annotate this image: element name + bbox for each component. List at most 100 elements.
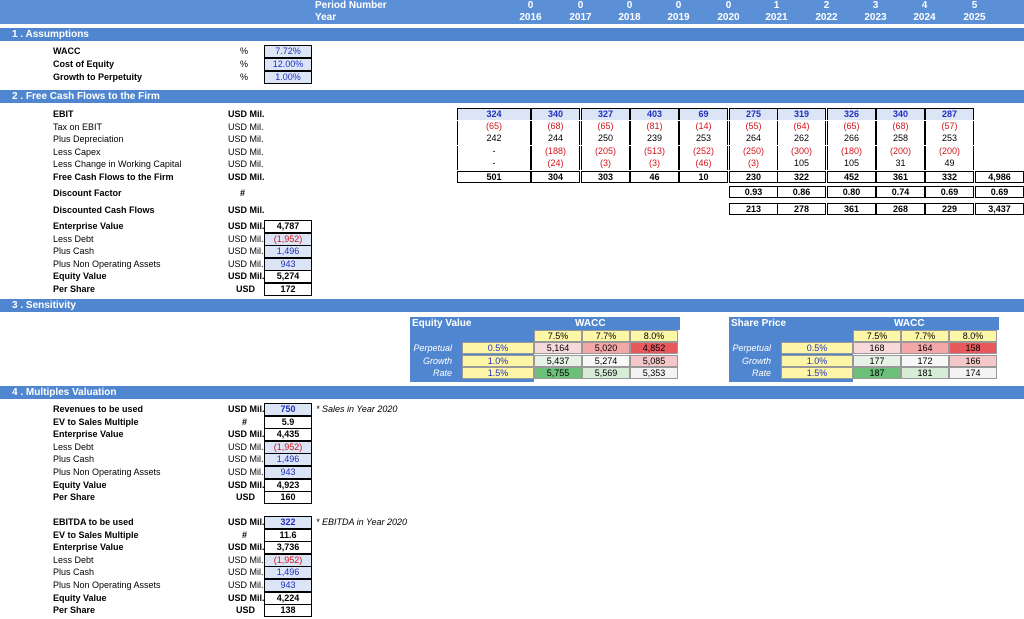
- period-number-cell: 0: [725, 0, 732, 11]
- fcf-cell: 403: [630, 108, 679, 120]
- fcf-row-label: EBIT: [53, 109, 74, 119]
- fcf-cell: (188): [531, 145, 580, 158]
- year-label: Year: [315, 12, 337, 23]
- ebitda-multiple-value: 11.6: [264, 528, 312, 542]
- share-price-sensitivity-value-cell: 166: [949, 354, 997, 367]
- sales-multiple-value[interactable]: 1,496: [264, 453, 312, 467]
- ebitda-multiple-value[interactable]: (1,952): [264, 553, 312, 567]
- valuation-value[interactable]: 943: [264, 257, 312, 271]
- share-price-sensitivity-wacc-label: WACC: [894, 318, 925, 329]
- assumption-input[interactable]: 7.72%: [264, 45, 312, 58]
- assumption-label: Growth to Perpetuity: [53, 72, 143, 82]
- ebitda-multiple-value[interactable]: 322: [264, 516, 312, 529]
- sales-multiple-unit: USD Mil.: [228, 479, 265, 490]
- sales-multiple-label: EV to Sales Multiple: [53, 416, 139, 427]
- equity-sensitivity-value-cell: 5,274: [582, 354, 630, 367]
- equity-sensitivity-wacc-col: 7.7%: [582, 330, 630, 342]
- fcf-cell: 253: [925, 133, 974, 146]
- share-price-sensitivity-value-cell: 158: [949, 342, 997, 354]
- period-header-bar: Period Number Year 0 2016 0 2017 0 2018 0 2019 0…: [0, 0, 1024, 24]
- fcf-row-label: Tax on EBIT: [53, 121, 103, 132]
- year-cell: 2018: [618, 12, 641, 23]
- equity-sensitivity-value-cell: 5,020: [582, 342, 630, 354]
- discount-factor-unit: #: [240, 188, 246, 198]
- fcf-cell: (200): [925, 145, 974, 158]
- fcf-row-label: Less Change in Working Capital: [53, 159, 182, 170]
- fcf-cell: 242: [457, 133, 531, 146]
- fcf-cell: (55): [729, 120, 778, 133]
- fcf-row-unit: USD Mil.: [228, 172, 265, 182]
- equity-sensitivity-value-cell: 5,353: [630, 367, 678, 380]
- sales-multiple-unit: USD: [236, 492, 256, 503]
- period-number-cell: 0: [626, 0, 633, 11]
- ebitda-multiple-unit: USD Mil.: [228, 554, 264, 565]
- fcf-cell: -: [457, 158, 531, 171]
- equity-sensitivity-wacc-label: WACC: [575, 318, 606, 329]
- fcf-cell: (513): [630, 145, 679, 158]
- fcf-cell: (65): [457, 120, 531, 133]
- ebitda-multiple-value[interactable]: 943: [264, 579, 312, 592]
- valuation-value: 5,274: [264, 270, 312, 284]
- fcf-row-unit: USD Mil.: [228, 121, 264, 132]
- assumption-label: WACC: [53, 46, 81, 56]
- period-number-cell: 0: [675, 0, 682, 11]
- fcf-cell: 244: [531, 133, 580, 146]
- sales-multiple-value: 4,435: [264, 428, 312, 442]
- fcf-cell: (14): [679, 120, 728, 133]
- equity-sensitivity-wacc-col: 8.0%: [630, 330, 678, 342]
- valuation-label: Per Share: [53, 284, 96, 294]
- valuation-unit: USD Mil.: [228, 221, 265, 231]
- share-price-sensitivity-wacc-col: 8.0%: [949, 330, 997, 342]
- assumption-input[interactable]: 1.00%: [264, 71, 312, 84]
- valuation-value[interactable]: (1,952): [264, 232, 312, 246]
- year-cell: 2017: [569, 12, 592, 23]
- assumption-input[interactable]: 12.00%: [264, 58, 312, 71]
- equity-sensitivity-row-label: Growth: [422, 355, 452, 366]
- valuation-value: 172: [264, 283, 312, 296]
- fcf-cell: 262: [777, 133, 826, 146]
- sales-multiple-label: Plus Non Operating Assets: [53, 467, 161, 477]
- equity-sensitivity-value-cell: 5,569: [582, 367, 630, 380]
- fcf-cell: 253: [679, 133, 728, 146]
- sales-multiple-unit: USD Mil.: [228, 429, 265, 440]
- valuation-unit: USD: [236, 284, 256, 294]
- sales-multiple-value: 5.9: [264, 415, 312, 429]
- share-price-sensitivity-value-cell: 172: [901, 354, 949, 367]
- valuation-unit: USD Mil.: [228, 246, 264, 257]
- share-price-sensitivity-title: Share Price: [731, 318, 787, 329]
- sales-multiple-value: 4,923: [264, 478, 312, 492]
- fcf-cell: (300): [777, 145, 826, 158]
- valuation-label: Enterprise Value: [53, 221, 124, 231]
- sales-multiple-label: Less Debt: [53, 441, 94, 452]
- fcf-cell: -: [457, 145, 531, 158]
- ebitda-multiple-label: Less Debt: [53, 554, 94, 565]
- share-price-sensitivity-value-cell: 181: [901, 367, 949, 380]
- discount-factor-label: Discount Factor: [53, 188, 122, 198]
- fcf-cell: 258: [876, 133, 925, 146]
- dcf-unit: USD Mil.: [228, 205, 265, 215]
- equity-sensitivity-value-cell: 5,164: [534, 342, 582, 354]
- period-number-cell: 4: [921, 0, 928, 11]
- valuation-value[interactable]: 1,496: [264, 245, 312, 259]
- ebitda-multiple-label: Equity Value: [53, 592, 107, 603]
- period-number-cell: 5: [971, 0, 978, 11]
- fcf-cell: 4,986: [975, 171, 1024, 183]
- equity-sensitivity-growth-rate: 0.5%: [462, 342, 534, 354]
- sales-multiple-label: Enterprise Value: [53, 429, 124, 440]
- sales-multiple-label: Revenues to be used: [53, 404, 144, 414]
- fcf-row-unit: USD Mil.: [228, 159, 264, 170]
- year-cell: 2024: [913, 12, 936, 23]
- sales-multiple-value[interactable]: (1,952): [264, 440, 312, 454]
- ebitda-multiple-unit: USD Mil.: [228, 517, 265, 527]
- section-assumptions: 1 . Assumptions: [0, 28, 1024, 41]
- fcf-cell: 303: [581, 171, 630, 183]
- fcf-cell: 326: [827, 108, 876, 120]
- ebitda-multiple-value[interactable]: 1,496: [264, 566, 312, 580]
- fcf-cell: 230: [729, 171, 778, 183]
- period-number-cell: 0: [577, 0, 584, 11]
- dcf-label: Discounted Cash Flows: [53, 205, 155, 215]
- fcf-row-unit: USD Mil.: [228, 146, 264, 157]
- equity-sensitivity-growth-rate: 1.5%: [462, 367, 534, 380]
- sales-multiple-value[interactable]: 750: [264, 403, 312, 416]
- sales-multiple-value[interactable]: 943: [264, 466, 312, 479]
